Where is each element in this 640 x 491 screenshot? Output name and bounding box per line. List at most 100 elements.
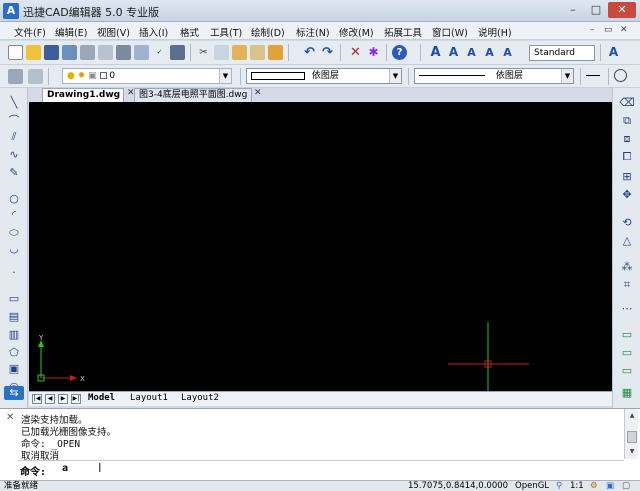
- doc-minimize-button[interactable]: –: [590, 25, 595, 35]
- rectangle-tool-icon[interactable]: ▭: [6, 292, 22, 306]
- tab-floor-plan[interactable]: 图3-4底层电照平面图.dwg: [134, 88, 252, 102]
- copy-tool-icon[interactable]: ⧉: [619, 114, 635, 128]
- line-tool-icon[interactable]: ╲: [6, 96, 22, 110]
- circle-tool-icon[interactable]: ○: [6, 192, 22, 206]
- multiline-text-icon[interactable]: A: [446, 45, 461, 60]
- status-renderer[interactable]: OpenGL: [515, 481, 549, 491]
- layer-manager-icon[interactable]: [8, 69, 23, 84]
- match-properties-icon[interactable]: [268, 45, 283, 60]
- explode-tool-icon[interactable]: ▦: [619, 386, 635, 400]
- color-combo[interactable]: 依图层 ▼: [246, 68, 402, 84]
- open-folder-icon[interactable]: [26, 45, 41, 60]
- scroll-down-icon[interactable]: ▼: [627, 447, 637, 457]
- close-command-icon[interactable]: ✕: [6, 412, 14, 423]
- chamfer-tool-icon[interactable]: ▭: [619, 346, 635, 360]
- scroll-up-icon[interactable]: ▲: [627, 411, 637, 421]
- arc-tool-icon[interactable]: ◜: [6, 208, 22, 222]
- save-icon[interactable]: [44, 45, 59, 60]
- extend-tool-icon[interactable]: ⋯: [619, 302, 635, 316]
- hatch-tool-icon[interactable]: ▤: [6, 310, 22, 324]
- region-tool-icon[interactable]: ▥: [6, 328, 22, 342]
- erase-tool-icon[interactable]: ⌫: [619, 96, 635, 110]
- lineweight-preview[interactable]: [586, 75, 600, 76]
- paste-icon[interactable]: [232, 45, 247, 60]
- menu-format[interactable]: 格式: [180, 25, 199, 39]
- tab-layout1[interactable]: Layout1: [130, 393, 168, 403]
- point-tool-icon[interactable]: ·: [6, 266, 22, 280]
- array-tool-icon[interactable]: ⊞: [619, 170, 635, 184]
- text-style-icon[interactable]: A: [428, 45, 443, 60]
- publish-icon[interactable]: [134, 45, 149, 60]
- edit-text-icon[interactable]: A: [464, 45, 479, 60]
- ellipse-arc-tool-icon[interactable]: ◡: [6, 242, 22, 256]
- tab-model[interactable]: Model: [88, 393, 115, 403]
- purge-icon[interactable]: ✱: [366, 45, 381, 60]
- command-scrollbar[interactable]: ▲ ▼: [624, 409, 638, 459]
- prev-layout-button[interactable]: ◀: [45, 394, 55, 404]
- command-toggle-icon[interactable]: ⇆: [4, 386, 24, 400]
- dimension-style-icon[interactable]: A: [606, 45, 621, 60]
- text-style-combo[interactable]: Standard: [529, 45, 595, 61]
- undo-icon[interactable]: ↶: [302, 45, 317, 60]
- menu-view[interactable]: 视图(V): [97, 25, 130, 39]
- command-input[interactable]: a: [62, 463, 68, 474]
- mirror-tool-icon[interactable]: ⧈: [619, 132, 635, 146]
- erase-icon[interactable]: ✕: [348, 45, 363, 60]
- maximize-button[interactable]: □: [585, 2, 607, 18]
- offset-tool-icon[interactable]: ⧠: [619, 150, 635, 164]
- first-layout-button[interactable]: |◀: [32, 394, 42, 404]
- tab-drawing1[interactable]: Drawing1.dwg: [42, 88, 124, 102]
- menu-help[interactable]: 说明(H): [478, 25, 512, 39]
- new-file-icon[interactable]: [8, 45, 23, 60]
- move-tool-icon[interactable]: ✥: [619, 188, 635, 202]
- find-text-icon[interactable]: A: [482, 45, 497, 60]
- ellipse-tool-icon[interactable]: ⬭: [6, 226, 22, 240]
- annotation-scale-icon[interactable]: ⚲: [556, 481, 562, 491]
- menu-tools[interactable]: 工具(T): [210, 25, 242, 39]
- trim-tool-icon[interactable]: ⌗: [619, 278, 635, 292]
- fillet-tool-icon[interactable]: ▭: [619, 364, 635, 378]
- ray-tool-icon[interactable]: ⌒: [6, 114, 22, 128]
- linetype-combo[interactable]: 依图层 ▼: [414, 68, 574, 84]
- last-layout-button[interactable]: ▶|: [71, 394, 81, 404]
- block-tool-icon[interactable]: ▣: [6, 362, 22, 376]
- menu-window[interactable]: 窗口(W): [432, 25, 468, 39]
- polygon-tool-icon[interactable]: ⬠: [6, 346, 22, 360]
- layer-previous-icon[interactable]: [28, 69, 43, 84]
- menu-edit[interactable]: 编辑(E): [55, 25, 87, 39]
- close-tab-icon[interactable]: ✕: [254, 88, 262, 98]
- drawing-canvas[interactable]: Y X: [29, 102, 612, 391]
- close-button[interactable]: ✕: [608, 2, 636, 18]
- spellcheck-icon[interactable]: ✓: [152, 45, 167, 60]
- doc-restore-button[interactable]: ▭: [604, 25, 613, 35]
- status-scale[interactable]: 1:1: [570, 481, 584, 491]
- print-preview-icon[interactable]: [98, 45, 113, 60]
- cut-icon[interactable]: ✂: [196, 45, 211, 60]
- scale-tool-icon[interactable]: △: [619, 234, 635, 248]
- tab-layout2[interactable]: Layout2: [181, 393, 219, 403]
- menu-draw[interactable]: 绘制(D): [251, 25, 285, 39]
- doc-close-button[interactable]: ✕: [620, 25, 628, 35]
- menu-file[interactable]: 文件(F): [14, 25, 46, 39]
- fullscreen-icon[interactable]: ▢: [622, 481, 630, 491]
- copy-icon[interactable]: [214, 45, 229, 60]
- layer-combo[interactable]: ● ✹ ▣ 0 ▼: [62, 68, 232, 84]
- print-icon[interactable]: [80, 45, 95, 60]
- save-as-icon[interactable]: [62, 45, 77, 60]
- menu-extend-tools[interactable]: 拓展工具: [384, 25, 422, 39]
- menu-modify[interactable]: 修改(M): [339, 25, 374, 39]
- find-icon[interactable]: [170, 45, 185, 60]
- rotate-tool-icon[interactable]: ⟲: [619, 216, 635, 230]
- menu-insert[interactable]: 插入(I): [139, 25, 168, 39]
- spline-tool-icon[interactable]: ∿: [6, 148, 22, 162]
- help-icon[interactable]: ?: [392, 45, 407, 60]
- workspace-icon[interactable]: ⚙: [590, 481, 598, 491]
- lock-ui-icon[interactable]: ▣: [606, 481, 614, 491]
- plot-icon[interactable]: [116, 45, 131, 60]
- redo-icon[interactable]: ↷: [320, 45, 335, 60]
- circle-icon[interactable]: [614, 69, 627, 82]
- scroll-thumb[interactable]: [627, 431, 637, 443]
- copy-with-base-icon[interactable]: [250, 45, 265, 60]
- scale-text-icon[interactable]: A: [500, 45, 515, 60]
- polyline-tool-icon[interactable]: ⫽: [6, 130, 22, 144]
